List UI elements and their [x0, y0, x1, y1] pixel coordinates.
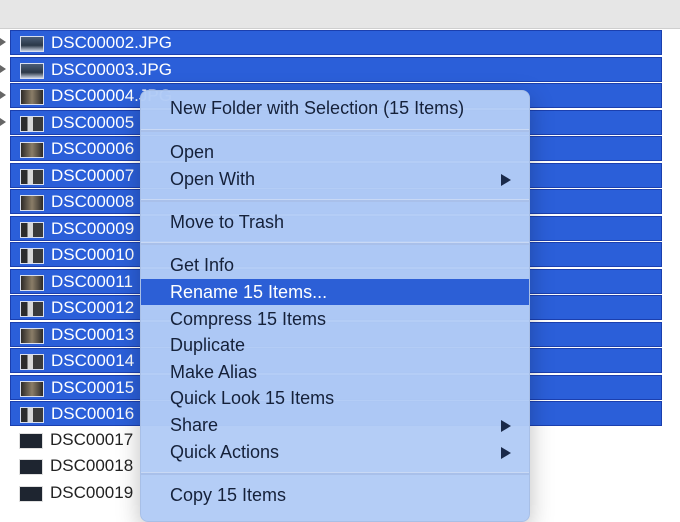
image-thumbnail-icon	[20, 354, 44, 370]
file-name: DSC00005	[51, 113, 135, 132]
menu-item-label: New Folder with Selection (15 Items)	[170, 98, 465, 118]
image-thumbnail-icon	[20, 142, 44, 158]
image-thumbnail-icon	[20, 36, 44, 52]
file-name: DSC00019	[50, 483, 134, 502]
file-name: DSC00006	[51, 139, 135, 158]
disclosure-triangle-icon[interactable]	[0, 65, 6, 73]
menu-item-label: Quick Actions	[170, 442, 280, 462]
file-name: DSC00003.JPG	[51, 60, 172, 79]
image-thumbnail-icon	[20, 301, 44, 317]
file-name: DSC00012	[51, 298, 135, 317]
file-name: DSC00017	[50, 430, 134, 449]
submenu-arrow-icon	[501, 447, 511, 459]
image-thumbnail-icon	[20, 169, 44, 185]
menu-item-label: Rename 15 Items...	[170, 282, 328, 302]
file-name: DSC00013	[51, 325, 135, 344]
image-thumbnail-icon	[20, 195, 44, 211]
menu-separator	[141, 199, 529, 202]
file-name: DSC00010	[51, 245, 135, 264]
menu-item-label: Copy 15 Items	[170, 485, 287, 505]
menu-item-quick-actions[interactable]: Quick Actions	[141, 439, 529, 465]
file-name: DSC00008	[51, 192, 135, 211]
image-thumbnail-icon	[20, 116, 44, 132]
submenu-arrow-icon	[501, 420, 511, 432]
file-name: DSC00015	[51, 378, 135, 397]
image-thumbnail-icon	[19, 459, 43, 475]
menu-item-get-info[interactable]: Get Info	[141, 252, 529, 278]
disclosure-triangle-icon[interactable]	[0, 118, 6, 126]
menu-item-label: Open	[170, 142, 215, 162]
menu-item-label: Compress 15 Items	[170, 309, 327, 329]
menu-item-share[interactable]: Share	[141, 412, 529, 438]
menu-item-make-alias[interactable]: Make Alias	[141, 359, 529, 385]
file-name: DSC00007	[51, 166, 135, 185]
menu-separator	[141, 242, 529, 245]
image-thumbnail-icon	[20, 275, 44, 291]
disclosure-triangle-icon[interactable]	[0, 91, 6, 99]
file-row[interactable]: DSC00002.JPG	[10, 30, 662, 55]
menu-item-label: Share	[170, 415, 219, 435]
context-menu: New Folder with Selection (15 Items) Ope…	[140, 90, 530, 522]
menu-item-rename[interactable]: Rename 15 Items...	[141, 279, 529, 305]
window-toolbar	[0, 0, 680, 29]
menu-item-label: Make Alias	[170, 362, 258, 382]
menu-item-label: Move to Trash	[170, 212, 285, 232]
menu-item-label: Duplicate	[170, 335, 246, 355]
menu-item-duplicate[interactable]: Duplicate	[141, 332, 529, 358]
file-name: DSC00009	[51, 219, 135, 238]
file-name: DSC00011	[51, 272, 133, 291]
image-thumbnail-icon	[20, 407, 44, 423]
file-name: DSC00014	[51, 351, 135, 370]
menu-item-open-with[interactable]: Open With	[141, 166, 529, 192]
submenu-arrow-icon	[501, 174, 511, 186]
menu-separator	[141, 129, 529, 132]
image-thumbnail-icon	[20, 248, 44, 264]
image-thumbnail-icon	[20, 63, 44, 79]
menu-item-quick-look[interactable]: Quick Look 15 Items	[141, 385, 529, 411]
menu-item-label: Get Info	[170, 255, 235, 275]
image-thumbnail-icon	[20, 89, 44, 105]
menu-item-compress[interactable]: Compress 15 Items	[141, 306, 529, 332]
menu-item-new-folder-with-selection[interactable]: New Folder with Selection (15 Items)	[141, 95, 529, 121]
image-thumbnail-icon	[20, 328, 44, 344]
file-name: DSC00018	[50, 456, 134, 475]
disclosure-triangle-icon[interactable]	[0, 38, 6, 46]
menu-item-label: Open With	[170, 169, 256, 189]
file-row[interactable]: DSC00003.JPG	[10, 57, 662, 82]
file-name: DSC00002.JPG	[51, 33, 172, 52]
image-thumbnail-icon	[20, 222, 44, 238]
menu-item-move-to-trash[interactable]: Move to Trash	[141, 209, 529, 235]
menu-separator	[141, 472, 529, 475]
image-thumbnail-icon	[19, 486, 43, 502]
menu-item-open[interactable]: Open	[141, 139, 529, 165]
image-thumbnail-icon	[19, 433, 43, 449]
menu-item-label: Quick Look 15 Items	[170, 388, 335, 408]
image-thumbnail-icon	[20, 381, 44, 397]
menu-item-copy[interactable]: Copy 15 Items	[141, 482, 529, 508]
file-name: DSC00016	[51, 404, 135, 423]
